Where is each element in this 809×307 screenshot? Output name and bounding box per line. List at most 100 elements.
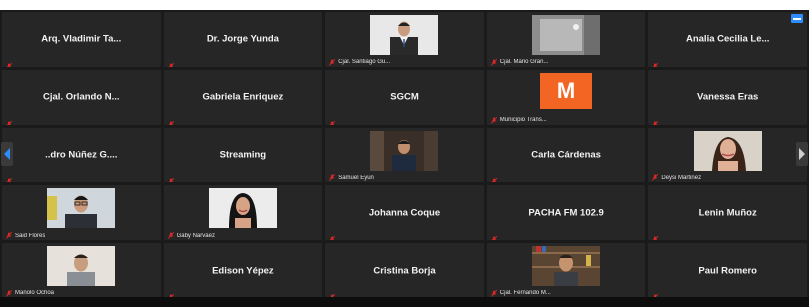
- participant-video: [532, 246, 601, 287]
- muted-mic-icon: [653, 120, 659, 125]
- participant-label-text: Cjal. Fernando M...: [499, 290, 551, 297]
- muted-mic-icon: [490, 58, 497, 66]
- participant-label-text: Said Flores: [15, 232, 46, 239]
- muted-mic-indicator: [652, 230, 659, 241]
- participant-tile[interactable]: Cristina Borja: [325, 243, 484, 298]
- muted-mic-indicator: [168, 288, 174, 298]
- muted-mic-indicator: [491, 230, 497, 241]
- participant-tile[interactable]: SGCM: [325, 69, 484, 125]
- minimize-icon[interactable]: [791, 14, 803, 23]
- participant-tile[interactable]: Deysi Martinez: [648, 127, 807, 183]
- participant-logo: M: [540, 72, 593, 109]
- muted-mic-indicator: [168, 172, 174, 183]
- participant-tile[interactable]: Arq. Vladimir Ta...: [2, 12, 161, 67]
- participant-tile[interactable]: Gaby Narváez: [163, 185, 323, 241]
- participant-name: PACHA FM 102.9: [528, 207, 604, 219]
- participant-tile[interactable]: Said Flores: [2, 185, 161, 241]
- muted-mic-icon: [653, 62, 659, 67]
- participant-video: [693, 130, 762, 171]
- participant-tile[interactable]: Johanna Coque: [325, 185, 484, 241]
- chevron-right-icon: [799, 148, 805, 160]
- participant-tile[interactable]: Carla Cárdenas: [486, 127, 646, 183]
- muted-mic-icon: [6, 289, 12, 297]
- muted-mic-indicator: [329, 230, 336, 241]
- participant-tile[interactable]: Cjal. Fernando M...: [486, 243, 646, 298]
- muted-mic-icon: [168, 120, 174, 125]
- muted-mic-icon: [329, 120, 336, 125]
- participant-tile[interactable]: PACHA FM 102.9: [486, 185, 646, 241]
- muted-mic-icon: [491, 178, 497, 183]
- participant-video: [47, 188, 116, 229]
- participant-name: Cjal. Orlando N...: [43, 91, 120, 103]
- participant-label-text: Samuel Eyun: [338, 174, 374, 181]
- participant-tile[interactable]: ..dro Núñez G....: [2, 127, 161, 183]
- participant-label-text: Cjal. Mario Gran...: [499, 59, 549, 66]
- participant-video: [370, 130, 439, 171]
- participant-name: Lenin Muñoz: [698, 207, 757, 219]
- participant-label-text: Cjal. Santiago Gu...: [338, 59, 391, 66]
- muted-mic-indicator: [6, 57, 13, 67]
- participant-label: Gaby Narváez: [167, 232, 215, 239]
- participant-tile[interactable]: Streaming: [163, 127, 323, 183]
- participant-tile[interactable]: M Municipio Trans...: [486, 69, 646, 125]
- participant-tile[interactable]: Vanessa Eras: [648, 69, 807, 125]
- participant-name: Edison Yépez: [212, 265, 274, 277]
- participant-tile[interactable]: Cjal. Orlando N...: [2, 69, 161, 125]
- participant-label: Cjal. Santiago Gu...: [329, 58, 391, 66]
- muted-mic-indicator: [491, 172, 497, 183]
- muted-mic-icon: [168, 178, 174, 183]
- muted-mic-icon: [652, 174, 659, 182]
- participant-name: Vanessa Eras: [697, 91, 759, 103]
- participant-name: SGCM: [390, 91, 419, 103]
- participant-label: Manolo Ochoa: [6, 289, 54, 297]
- muted-mic-icon: [329, 58, 336, 66]
- participant-tile[interactable]: Paul Romero: [648, 243, 807, 298]
- participant-label: Deysi Martinez: [652, 174, 702, 182]
- muted-mic-indicator: [652, 288, 659, 298]
- participant-label-text: Municipio Trans...: [499, 117, 547, 124]
- participant-video: [532, 15, 601, 55]
- participant-tile[interactable]: Dr. Jorge Yunda: [163, 12, 323, 67]
- participant-name: Carla Cárdenas: [531, 149, 601, 161]
- participant-name: Cristina Borja: [373, 265, 436, 277]
- prev-page-button[interactable]: [1, 142, 13, 166]
- muted-mic-icon: [167, 232, 174, 239]
- muted-mic-icon: [491, 236, 497, 241]
- muted-mic-indicator: [652, 57, 659, 67]
- muted-mic-icon: [6, 178, 13, 183]
- participant-tile[interactable]: Cjal. Mario Gran...: [486, 12, 646, 67]
- muted-mic-icon: [490, 116, 497, 124]
- muted-mic-icon: [168, 62, 174, 67]
- muted-mic-indicator: [6, 115, 13, 125]
- participant-name: Streaming: [219, 149, 267, 161]
- participant-video: [47, 246, 116, 287]
- muted-mic-indicator: [168, 57, 174, 67]
- participant-name: Analia Cecilia Le...: [685, 33, 770, 45]
- participant-name: Gabriela Enriquez: [202, 91, 284, 103]
- participant-tile[interactable]: Manolo Ochoa: [2, 243, 161, 298]
- muted-mic-icon: [653, 236, 659, 241]
- participant-label: Cjal. Mario Gran...: [490, 58, 549, 66]
- zoom-gallery-window: Arq. Vladimir Ta... Dr. Jorge Yunda Cjal. …: [0, 0, 809, 307]
- muted-mic-indicator: [329, 115, 336, 125]
- participant-name: Paul Romero: [698, 265, 757, 277]
- bottom-toolbar: [0, 297, 809, 307]
- participant-tile[interactable]: Edison Yépez: [163, 243, 323, 298]
- muted-mic-indicator: [6, 172, 13, 183]
- participant-name: Arq. Vladimir Ta...: [41, 33, 122, 45]
- participant-video: [208, 188, 277, 229]
- top-strip: [0, 0, 809, 10]
- participant-label-text: Deysi Martinez: [661, 174, 702, 181]
- muted-mic-indicator: [329, 288, 336, 298]
- participant-tile[interactable]: Samuel Eyun: [325, 127, 484, 183]
- next-page-button[interactable]: [796, 142, 808, 166]
- participant-tile[interactable]: Analia Cecilia Le...: [648, 12, 807, 67]
- participant-label: Said Flores: [6, 232, 45, 239]
- chevron-left-icon: [4, 148, 10, 160]
- participant-tile[interactable]: Cjal. Santiago Gu...: [325, 12, 484, 67]
- participant-label: Municipio Trans...: [490, 116, 547, 124]
- participant-grid: Arq. Vladimir Ta... Dr. Jorge Yunda Cjal. …: [2, 12, 807, 298]
- participant-tile[interactable]: Gabriela Enriquez: [163, 69, 323, 125]
- muted-mic-indicator: [652, 115, 659, 125]
- participant-tile[interactable]: Lenin Muñoz: [648, 185, 807, 241]
